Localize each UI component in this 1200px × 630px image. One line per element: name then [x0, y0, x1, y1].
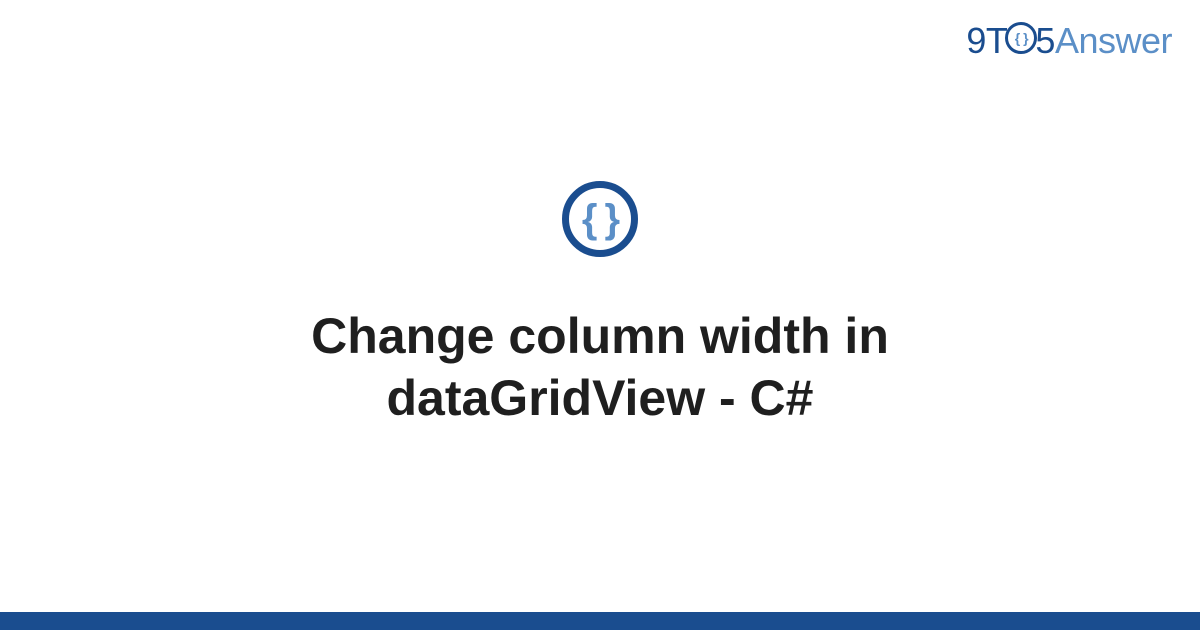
page-title: Change column width in dataGridView - C# — [150, 305, 1050, 430]
main-content: { } Change column width in dataGridView … — [0, 0, 1200, 630]
braces-glyph-icon: { } — [582, 199, 618, 239]
code-braces-icon: { } — [562, 181, 638, 257]
bottom-accent-bar — [0, 612, 1200, 630]
